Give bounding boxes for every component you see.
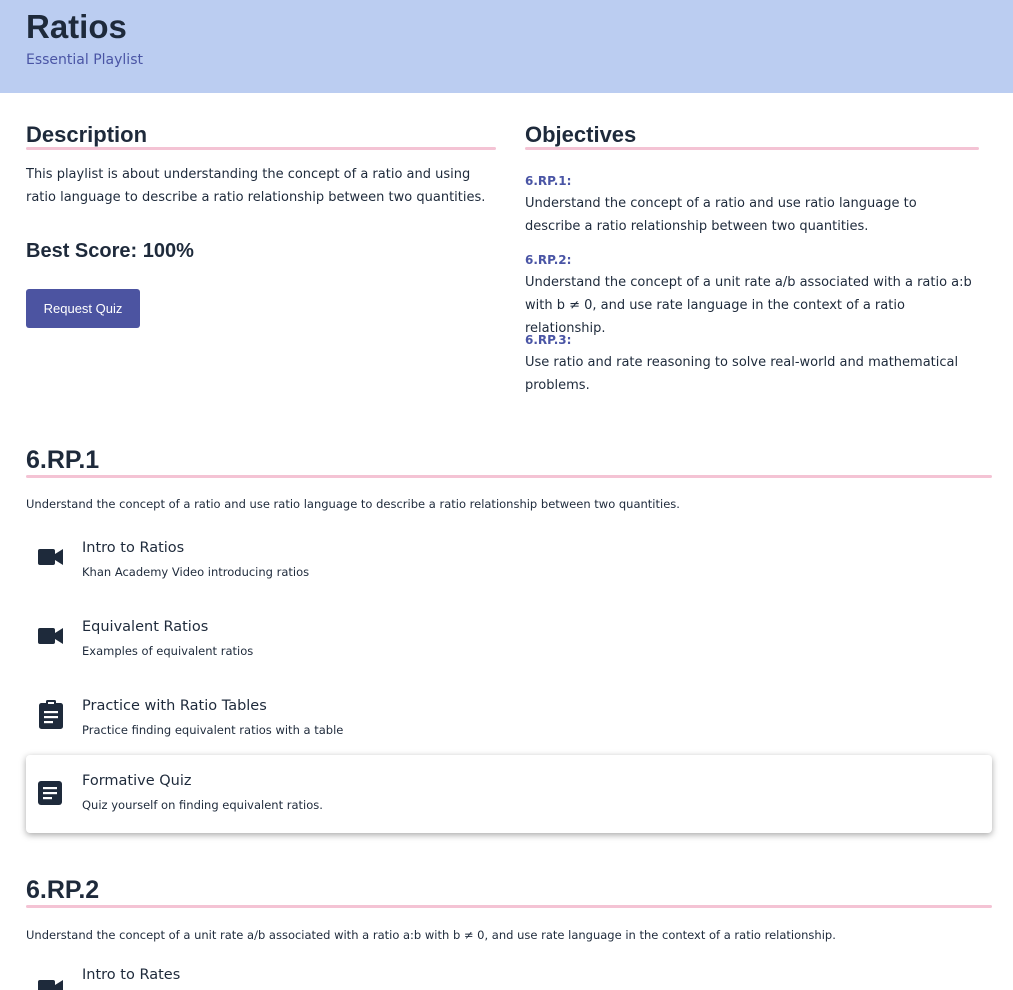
- objective-item: 6.RP.2: Understand the concept of a unit…: [525, 251, 975, 340]
- playlist-item[interactable]: Equivalent Ratios Examples of equivalent…: [26, 608, 992, 686]
- video-camera-icon: [38, 549, 63, 565]
- objectives-divider: [525, 147, 979, 150]
- document-icon: [38, 781, 62, 805]
- standard-heading: 6.RP.2: [26, 876, 100, 904]
- playlist-item-subtitle: Examples of equivalent ratios: [82, 644, 254, 658]
- objective-item: 6.RP.3: Use ratio and rate reasoning to …: [525, 331, 975, 397]
- playlist-item[interactable]: Practice with Ratio Tables Practice find…: [26, 687, 992, 765]
- page-title: Ratios: [26, 8, 127, 45]
- standard-description: Understand the concept of a unit rate a/…: [26, 928, 836, 942]
- objective-code: 6.RP.3:: [525, 333, 572, 347]
- page-subtitle: Essential Playlist: [26, 52, 143, 68]
- objective-text: Use ratio and rate reasoning to solve re…: [525, 355, 959, 393]
- playlist-item-subtitle: Practice finding equivalent ratios with …: [82, 723, 344, 737]
- playlist-item[interactable]: Intro to Rates: [26, 960, 992, 990]
- playlist-item-title: Equivalent Ratios: [82, 619, 209, 635]
- request-quiz-button[interactable]: Request Quiz: [26, 289, 140, 328]
- best-score: Best Score: 100%: [26, 240, 194, 262]
- standard-heading: 6.RP.1: [26, 446, 100, 474]
- objective-code: 6.RP.1:: [525, 174, 572, 188]
- objective-item: 6.RP.1: Understand the concept of a rati…: [525, 172, 975, 238]
- standard-divider: [26, 905, 992, 908]
- standard-description: Understand the concept of a ratio and us…: [26, 497, 680, 511]
- playlist-item[interactable]: Intro to Ratios Khan Academy Video intro…: [26, 529, 992, 607]
- description-text: This playlist is about understanding the…: [26, 167, 486, 205]
- description-divider: [26, 147, 496, 150]
- clipboard-icon: [39, 700, 63, 729]
- objective-text: Understand the concept of a ratio and us…: [525, 196, 917, 234]
- playlist-item-title: Intro to Rates: [82, 967, 181, 983]
- playlist-item-subtitle: Quiz yourself on finding equivalent rati…: [82, 798, 323, 812]
- objective-text: Understand the concept of a unit rate a/…: [525, 275, 972, 336]
- playlist-item-subtitle: Khan Academy Video introducing ratios: [82, 565, 310, 579]
- video-camera-icon: [38, 980, 63, 990]
- playlist-item-title: Intro to Ratios: [82, 540, 185, 556]
- description-heading: Description: [26, 122, 148, 147]
- objectives-heading: Objectives: [525, 122, 637, 147]
- page-header: Ratios Essential Playlist: [0, 0, 1013, 93]
- playlist-item[interactable]: Formative Quiz Quiz yourself on finding …: [26, 755, 992, 833]
- objective-code: 6.RP.2:: [525, 253, 572, 267]
- playlist-item-title: Practice with Ratio Tables: [82, 698, 267, 714]
- standard-divider: [26, 475, 992, 478]
- video-camera-icon: [38, 628, 63, 644]
- playlist-item-title: Formative Quiz: [82, 773, 192, 789]
